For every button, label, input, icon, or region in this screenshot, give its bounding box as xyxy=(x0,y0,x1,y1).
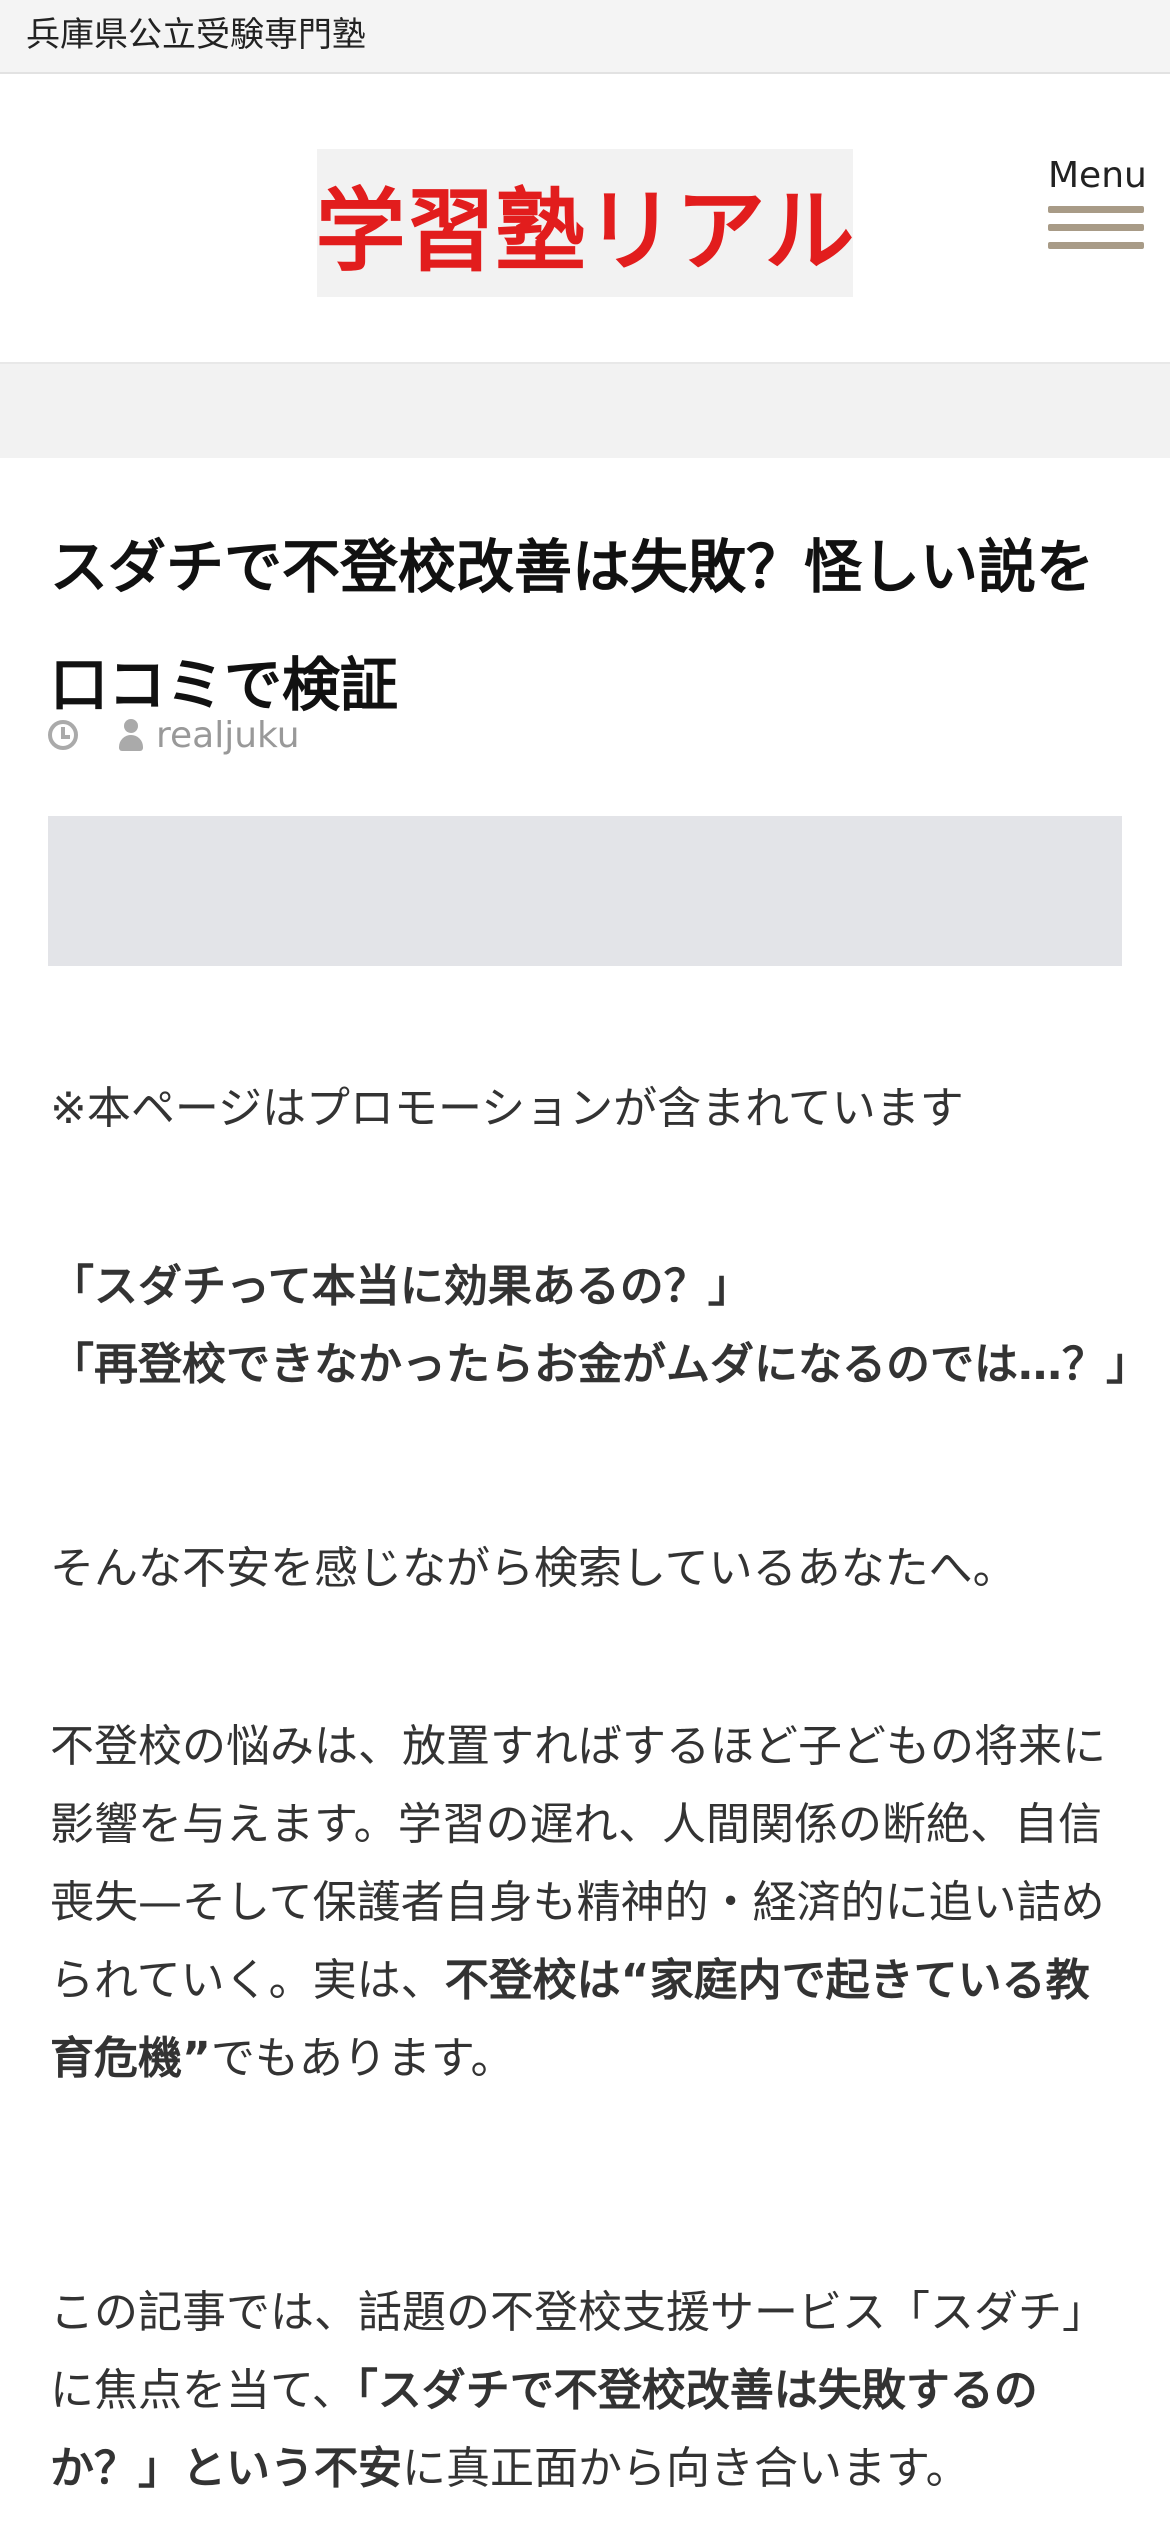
paragraph-2: 不登校の悩みは、放置すればするほど子どもの将来に影響を与えます。学習の遅れ、人間… xyxy=(50,1708,1130,2098)
site-tagline-bar: 兵庫県公立受験専門塾 xyxy=(0,0,1170,74)
promo-notice: ※本ページはプロモーションが含まれています xyxy=(50,1083,964,1134)
article-title: スダチで不登校改善は失敗？怪しい説を口コミで検証 xyxy=(50,533,1095,719)
quote-block: 「スダチって本当に効果あるの？」 「再登校できなかったらお金がムダになるのでは…… xyxy=(50,1248,1150,1404)
paragraph-3: この記事では、話題の不登校支援サービス「スダチ」に焦点を当て、「スダチで不登校改… xyxy=(50,2274,1130,2508)
quote-line-1: 「スダチって本当に効果あるの？」 xyxy=(50,1261,752,1312)
logo-text: 学習塾リアル xyxy=(315,179,855,284)
hamburger-icon-bar-top xyxy=(1048,206,1144,213)
author-name[interactable]: realjuku xyxy=(156,715,300,756)
article: スダチで不登校改善は失敗？怪しい説を口コミで検証 realjuku ※本ページは… xyxy=(0,458,1170,2532)
quote-line-2: 「再登校できなかったらお金がムダになるのでは…？」 xyxy=(50,1339,1150,1390)
lead-paragraph: そんな不安を感じながら検索しているあなたへ。 xyxy=(50,1543,1017,1594)
site-logo[interactable]: 学習塾リアル xyxy=(315,149,855,297)
menu-button[interactable]: Menu xyxy=(1040,154,1150,274)
paragraph-2-tail: でもあります。 xyxy=(210,2033,515,2084)
user-icon xyxy=(118,719,144,751)
header-ad-strip xyxy=(0,364,1170,458)
menu-label: Menu xyxy=(1048,155,1147,196)
hamburger-icon-bar-middle xyxy=(1048,224,1144,231)
site-header: 学習塾リアル Menu xyxy=(0,74,1170,364)
paragraph-3-tail: に真正面から向き合います。 xyxy=(402,2443,970,2494)
article-meta: realjuku xyxy=(48,710,300,760)
clock-icon xyxy=(48,720,78,750)
site-tagline: 兵庫県公立受験専門塾 xyxy=(26,15,366,55)
hamburger-icon-bar-bottom xyxy=(1048,242,1144,249)
ad-placeholder[interactable] xyxy=(48,816,1122,966)
